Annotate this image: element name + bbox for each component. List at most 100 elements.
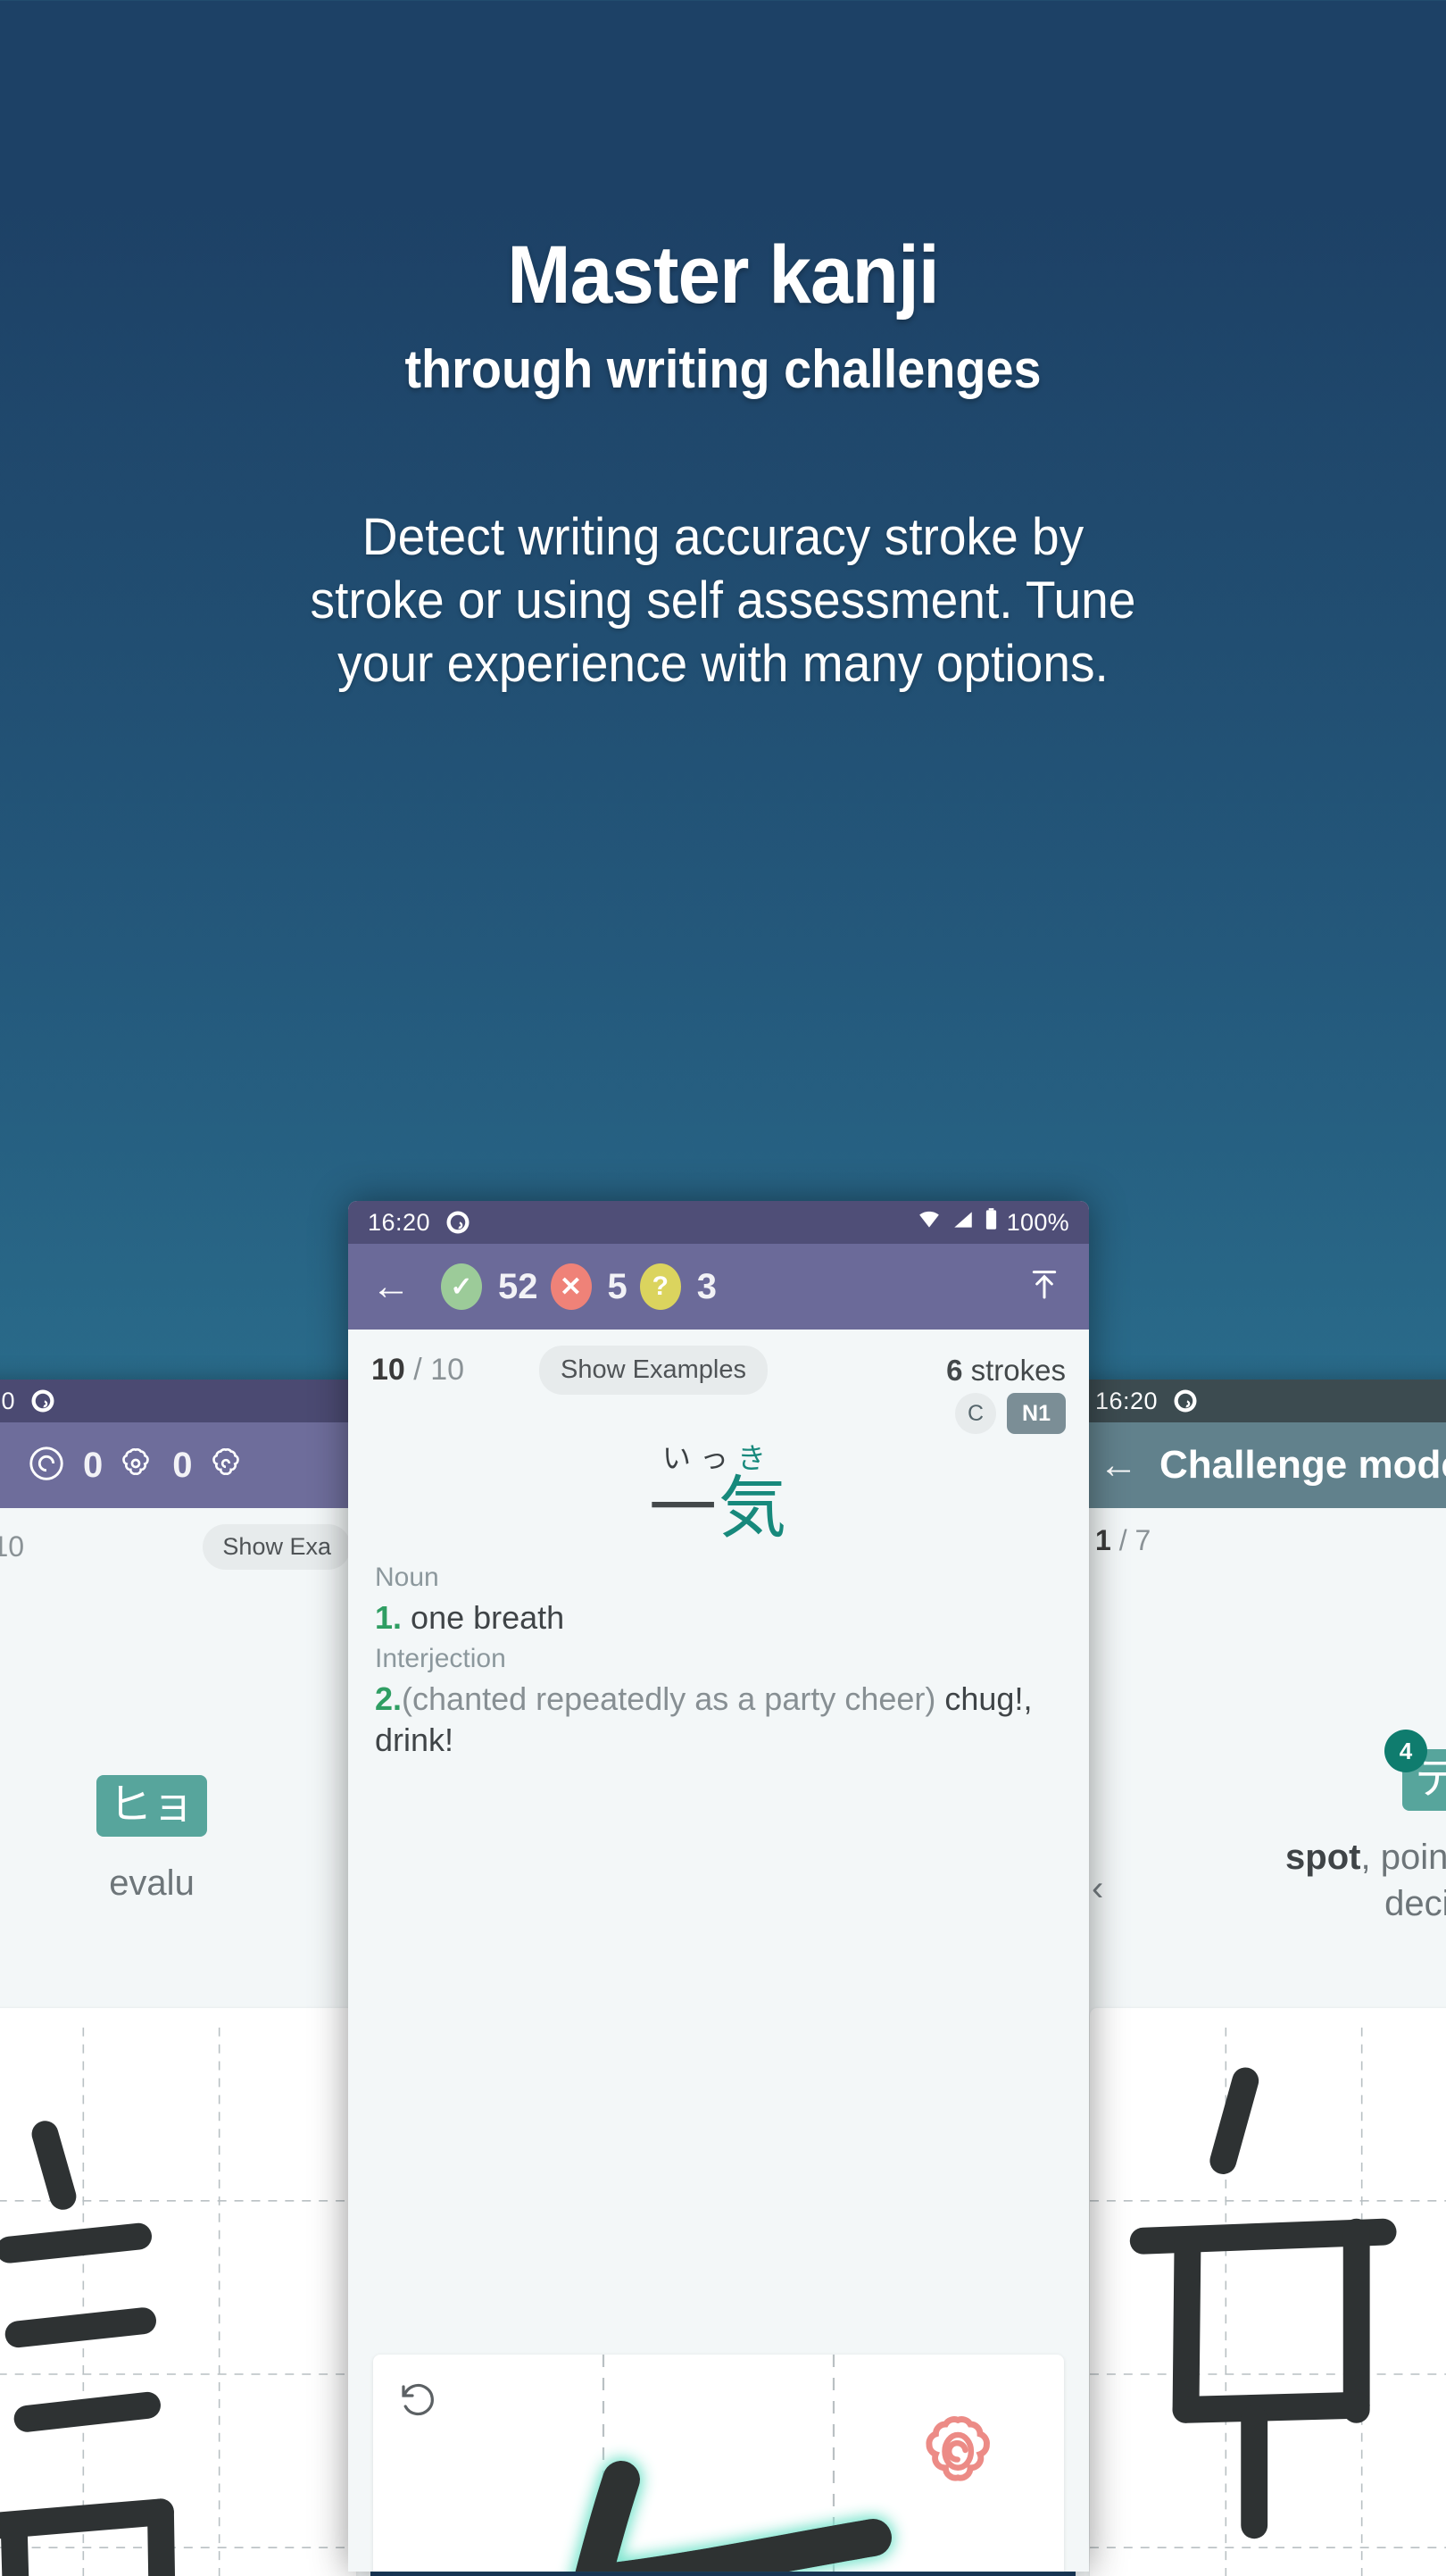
left-stats-group: 0 0: [26, 1443, 246, 1488]
assistant-circle-icon: [29, 1388, 56, 1414]
signal-icon: [951, 1208, 976, 1238]
left-drawing-canvas[interactable]: [0, 2008, 356, 2576]
drawn-strokes: [575, 2461, 892, 2572]
wrong-count: 5: [607, 1266, 627, 1306]
right-status-bar: 16:20: [1076, 1380, 1446, 1422]
right-app-bar: ← Challenge mode: [1076, 1422, 1446, 1508]
back-arrow-icon[interactable]: ←: [371, 1267, 411, 1306]
center-counter-total: 10: [430, 1353, 465, 1387]
center-app-bar: ← ✓ 52 ✕ 5 ? 3: [348, 1244, 1089, 1330]
brain-spiral-icon[interactable]: [205, 1443, 246, 1488]
definition-number: 2.: [375, 1680, 403, 1717]
battery-percent: 100%: [1006, 1208, 1069, 1236]
definition-number: 1.: [375, 1598, 403, 1636]
definition-item: 1. one breath: [375, 1597, 1062, 1638]
left-counter-total: 10: [0, 1530, 25, 1563]
spiral-circle-icon[interactable]: [26, 1443, 67, 1488]
left-stat2-count: 0: [172, 1445, 193, 1485]
center-status-time: 16:20: [368, 1208, 431, 1236]
part-of-speech: Interjection: [375, 1643, 506, 1673]
left-status-bar: 16:20: [0, 1380, 370, 1422]
check-circle-icon[interactable]: ✓: [441, 1263, 482, 1310]
left-phone-content: 1 / 10 Show Exa ヒョ evalu: [0, 1508, 370, 2576]
center-word-display: いっき 一気: [348, 1436, 1089, 1545]
right-definition-rest: , point, m: [1360, 1837, 1446, 1877]
show-examples-button[interactable]: Show Examples: [539, 1346, 768, 1395]
left-status-time: 16:20: [0, 1387, 16, 1414]
kanji-accent: 気: [719, 1471, 788, 1546]
right-definition-line2: decimal: [1384, 1883, 1446, 1923]
collapse-up-icon[interactable]: [1026, 1264, 1066, 1310]
center-header-row: 10 / 10 Show Examples 6 strokes: [348, 1330, 1089, 1398]
chevron-left-icon[interactable]: ‹: [1092, 1869, 1103, 1909]
center-status-bar: 16:20 100%: [348, 1201, 1089, 1244]
page-subtitle: through writing challenges: [404, 339, 1042, 399]
definition-text: one breath: [411, 1598, 565, 1636]
part-of-speech: Noun: [375, 1562, 439, 1592]
center-badges: C N1: [348, 1393, 1089, 1434]
stroke-count-value: 6: [946, 1353, 963, 1387]
definition-gray-text: (chanted repeatedly as a party cheer): [402, 1680, 945, 1717]
back-arrow-icon[interactable]: ←: [1099, 1446, 1138, 1485]
right-phone-mockup: 16:20 ← Challenge mode 1 / 7 4 テン ‹ spot…: [1076, 1380, 1446, 2576]
kanji-dark: 一: [649, 1471, 719, 1546]
center-counter: 10 / 10: [371, 1353, 464, 1388]
wifi-icon: [916, 1208, 943, 1238]
furigana-accent: き: [737, 1442, 776, 1474]
right-word-area: 4 テン: [1076, 1730, 1446, 1811]
right-counter: 1 / 7: [1095, 1524, 1151, 1557]
assistant-circle-icon: [1172, 1388, 1199, 1414]
right-counter-sep: /: [1118, 1524, 1127, 1556]
right-word-badge: 4: [1384, 1730, 1427, 1772]
stroke-count: 6 strokes: [946, 1354, 1066, 1388]
right-definition-bold: spot: [1285, 1837, 1361, 1877]
hero-section: Master kanji through writing challenges …: [0, 0, 1446, 696]
right-drawing-canvas[interactable]: [1090, 2008, 1446, 2576]
brain-icon[interactable]: [115, 1443, 156, 1488]
page-title: Master kanji: [507, 229, 939, 321]
left-header-row: 1 / 10 Show Exa: [0, 1508, 370, 1570]
hero-description-line-3: your experience with many options.: [337, 634, 1109, 693]
undo-icon[interactable]: [396, 2378, 439, 2425]
question-circle-icon[interactable]: ?: [639, 1263, 681, 1310]
right-counter-total: 7: [1134, 1524, 1151, 1556]
furigana-dark: いっ: [661, 1442, 737, 1474]
left-word-chip[interactable]: ヒョ: [96, 1775, 207, 1837]
left-definition: evalu: [109, 1863, 195, 1903]
hero-description: Detect writing accuracy stroke by stroke…: [104, 397, 1342, 696]
hero-description-line-1: Detect writing accuracy stroke by: [362, 508, 1084, 566]
right-counter-current: 1: [1095, 1524, 1111, 1556]
right-definition: spot, point, m decimal: [1076, 1834, 1446, 1927]
right-status-time: 16:20: [1095, 1387, 1159, 1414]
center-counter-current: 10: [371, 1353, 405, 1387]
center-canvas-wrapper: [373, 2355, 1064, 2572]
unknown-count: 3: [696, 1266, 717, 1306]
right-app-bar-title: Challenge mode: [1159, 1443, 1446, 1487]
jlpt-badge: N1: [1007, 1393, 1066, 1434]
center-status-indicators: 100%: [916, 1207, 1069, 1238]
definitions-list: Noun 1. one breath Interjection 2.(chant…: [348, 1545, 1089, 1761]
left-word-area: ヒョ: [0, 1775, 370, 1837]
cross-circle-icon[interactable]: ✕: [550, 1263, 592, 1310]
assistant-circle-icon: [445, 1209, 471, 1236]
stroke-count-label: strokes: [970, 1353, 1066, 1387]
definition-item: 2.(chanted repeatedly as a party cheer) …: [375, 1679, 1062, 1761]
left-counter: 1 / 10: [0, 1530, 24, 1563]
right-phone-content: 1 / 7 4 テン ‹ spot, point, m decimal: [1076, 1508, 1446, 2576]
center-counter-sep: /: [413, 1353, 422, 1387]
hero-description-line-2: stroke or using self assessment. Tune: [310, 571, 1136, 629]
left-show-examples-button[interactable]: Show Exa: [203, 1524, 351, 1570]
left-phone-mockup: 16:20 ← 0 0 1 / 10 Show Exa: [0, 1380, 370, 2576]
canvas-gridlines: [602, 2355, 835, 2572]
drawing-canvas[interactable]: [373, 2355, 1064, 2572]
battery-icon: [984, 1207, 999, 1238]
left-stat1-count: 0: [83, 1445, 104, 1485]
center-score-group: ✓ 52 ✕ 5 ? 3: [441, 1263, 717, 1310]
kanji-word: 一気: [348, 1473, 1089, 1545]
left-app-bar: ← 0 0: [0, 1422, 370, 1508]
right-drawn-strokes: [1129, 2067, 1397, 2539]
right-header-row: 1 / 7: [1076, 1508, 1446, 1557]
brain-outline-icon: [926, 2416, 990, 2481]
common-badge: C: [955, 1393, 996, 1434]
correct-count: 52: [498, 1266, 538, 1306]
